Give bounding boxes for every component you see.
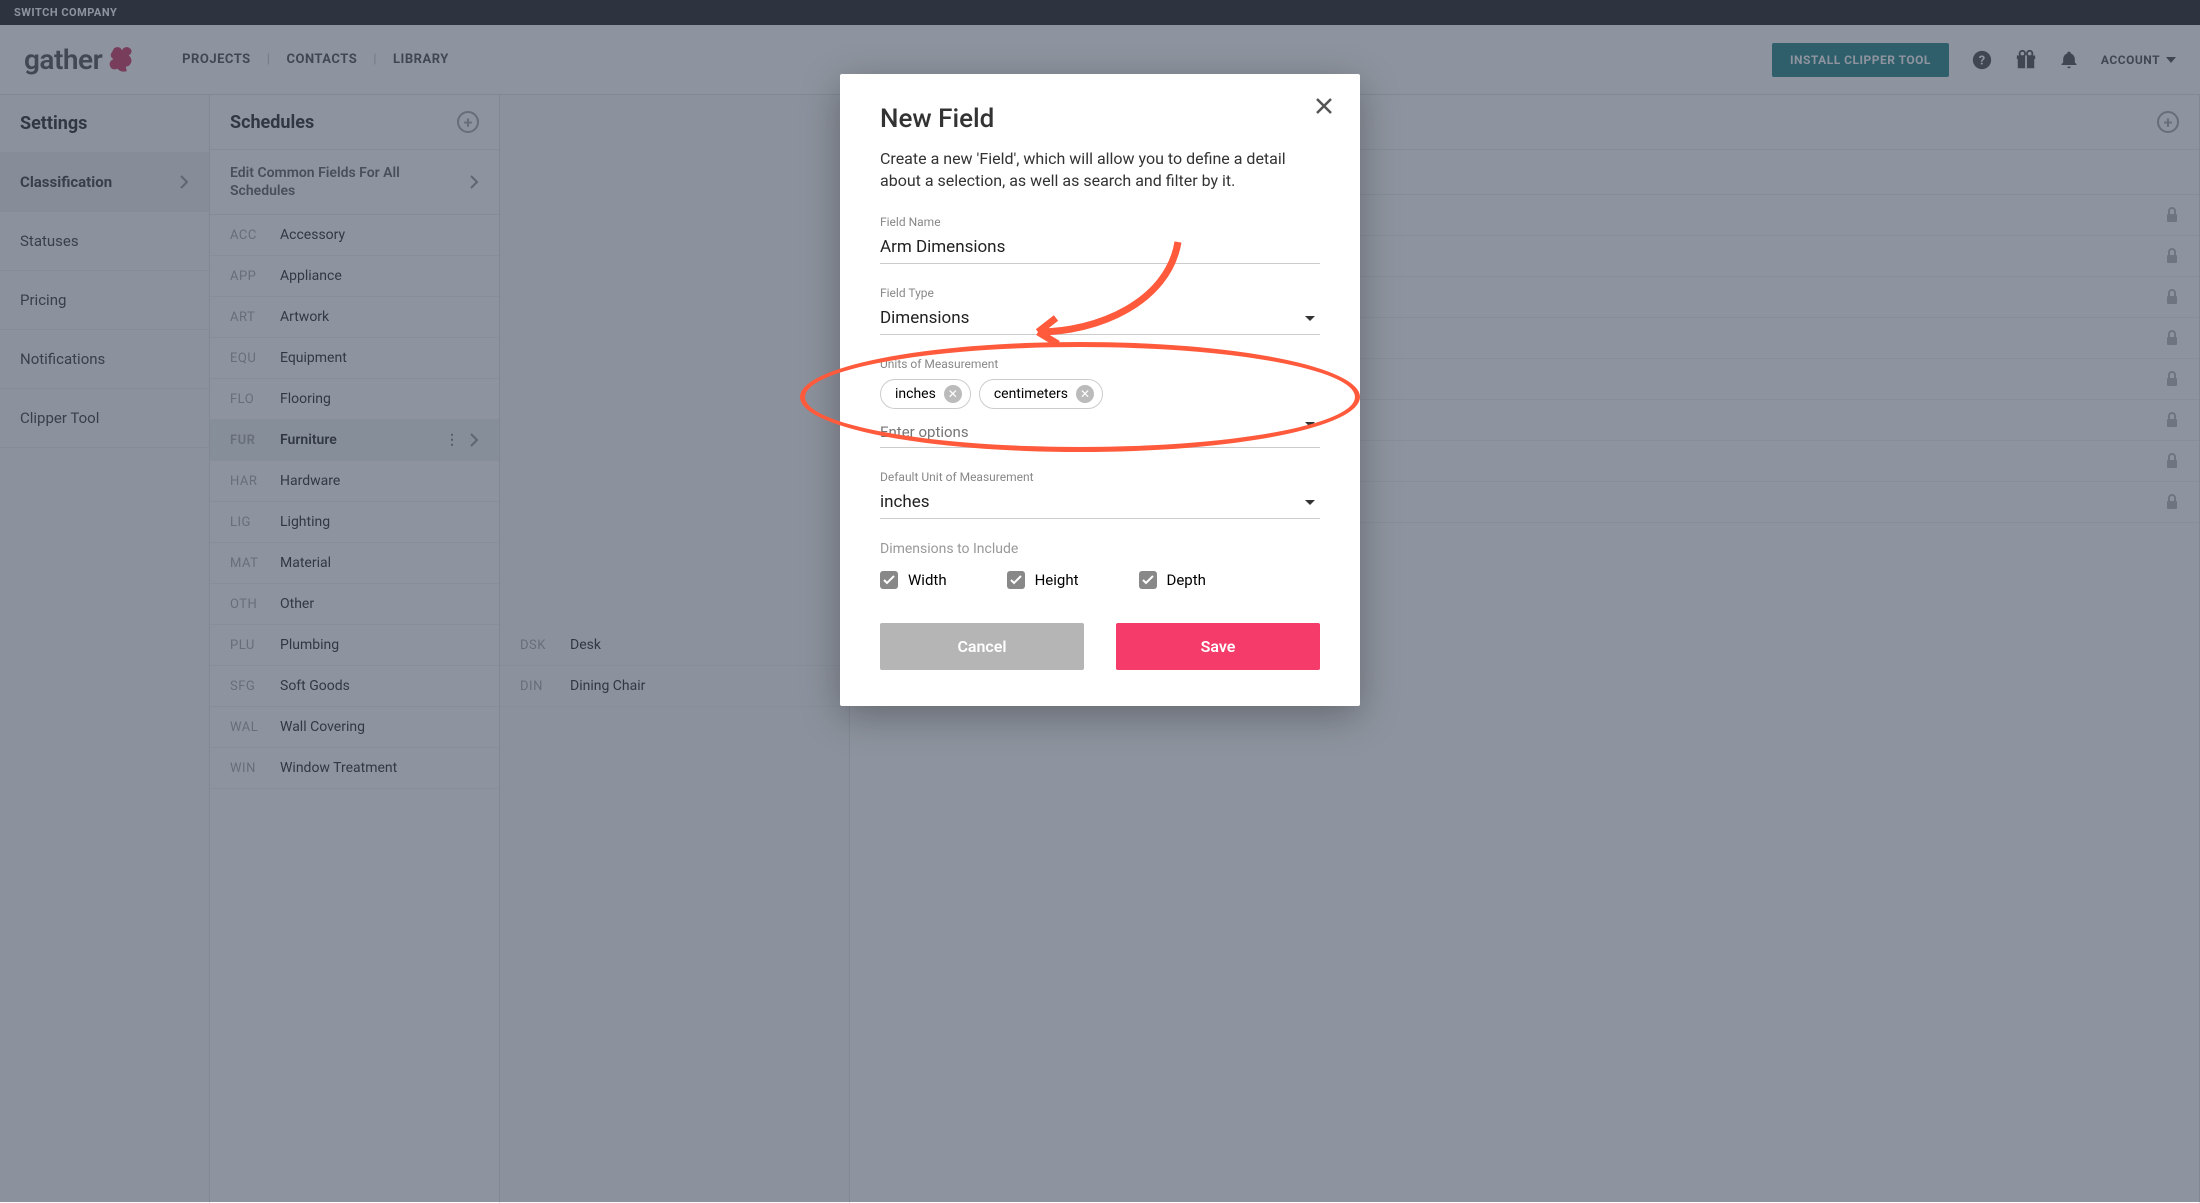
modal-title: New Field	[880, 104, 1320, 134]
chip-label: inches	[895, 386, 936, 402]
unit-chip-inches: inches ✕	[880, 379, 971, 409]
unit-chips: inches ✕ centimeters ✕	[880, 379, 1320, 409]
field-type-select[interactable]	[880, 304, 1320, 335]
new-field-modal: New Field Create a new 'Field', which wi…	[840, 74, 1360, 706]
default-unit-select[interactable]	[880, 488, 1320, 519]
dimensions-include-label: Dimensions to Include	[880, 541, 1320, 557]
checkbox-icon	[1007, 571, 1025, 589]
checkbox-height[interactable]: Height	[1007, 571, 1079, 589]
checkbox-label: Depth	[1167, 571, 1206, 589]
dimensions-checkboxes: Width Height Depth	[880, 571, 1320, 589]
save-button[interactable]: Save	[1116, 623, 1320, 670]
unit-chip-centimeters: centimeters ✕	[979, 379, 1103, 409]
cancel-button[interactable]: Cancel	[880, 623, 1084, 670]
close-icon[interactable]	[1314, 96, 1334, 116]
field-name-input[interactable]	[880, 233, 1320, 264]
remove-chip-icon[interactable]: ✕	[944, 385, 962, 403]
checkbox-label: Height	[1035, 571, 1079, 589]
checkbox-icon	[880, 571, 898, 589]
checkbox-depth[interactable]: Depth	[1139, 571, 1206, 589]
chevron-down-icon	[1304, 421, 1316, 429]
modal-actions: Cancel Save	[880, 623, 1320, 670]
field-name-label: Field Name	[880, 215, 1320, 229]
units-label: Units of Measurement	[880, 357, 1320, 371]
checkbox-width[interactable]: Width	[880, 571, 947, 589]
chip-label: centimeters	[994, 386, 1068, 402]
checkbox-icon	[1139, 571, 1157, 589]
default-unit-label: Default Unit of Measurement	[880, 470, 1320, 484]
field-type-label: Field Type	[880, 286, 1320, 300]
modal-overlay: New Field Create a new 'Field', which wi…	[0, 0, 2200, 1202]
units-input[interactable]	[880, 417, 1320, 448]
modal-description: Create a new 'Field', which will allow y…	[880, 148, 1320, 193]
remove-chip-icon[interactable]: ✕	[1076, 385, 1094, 403]
checkbox-label: Width	[908, 571, 947, 589]
